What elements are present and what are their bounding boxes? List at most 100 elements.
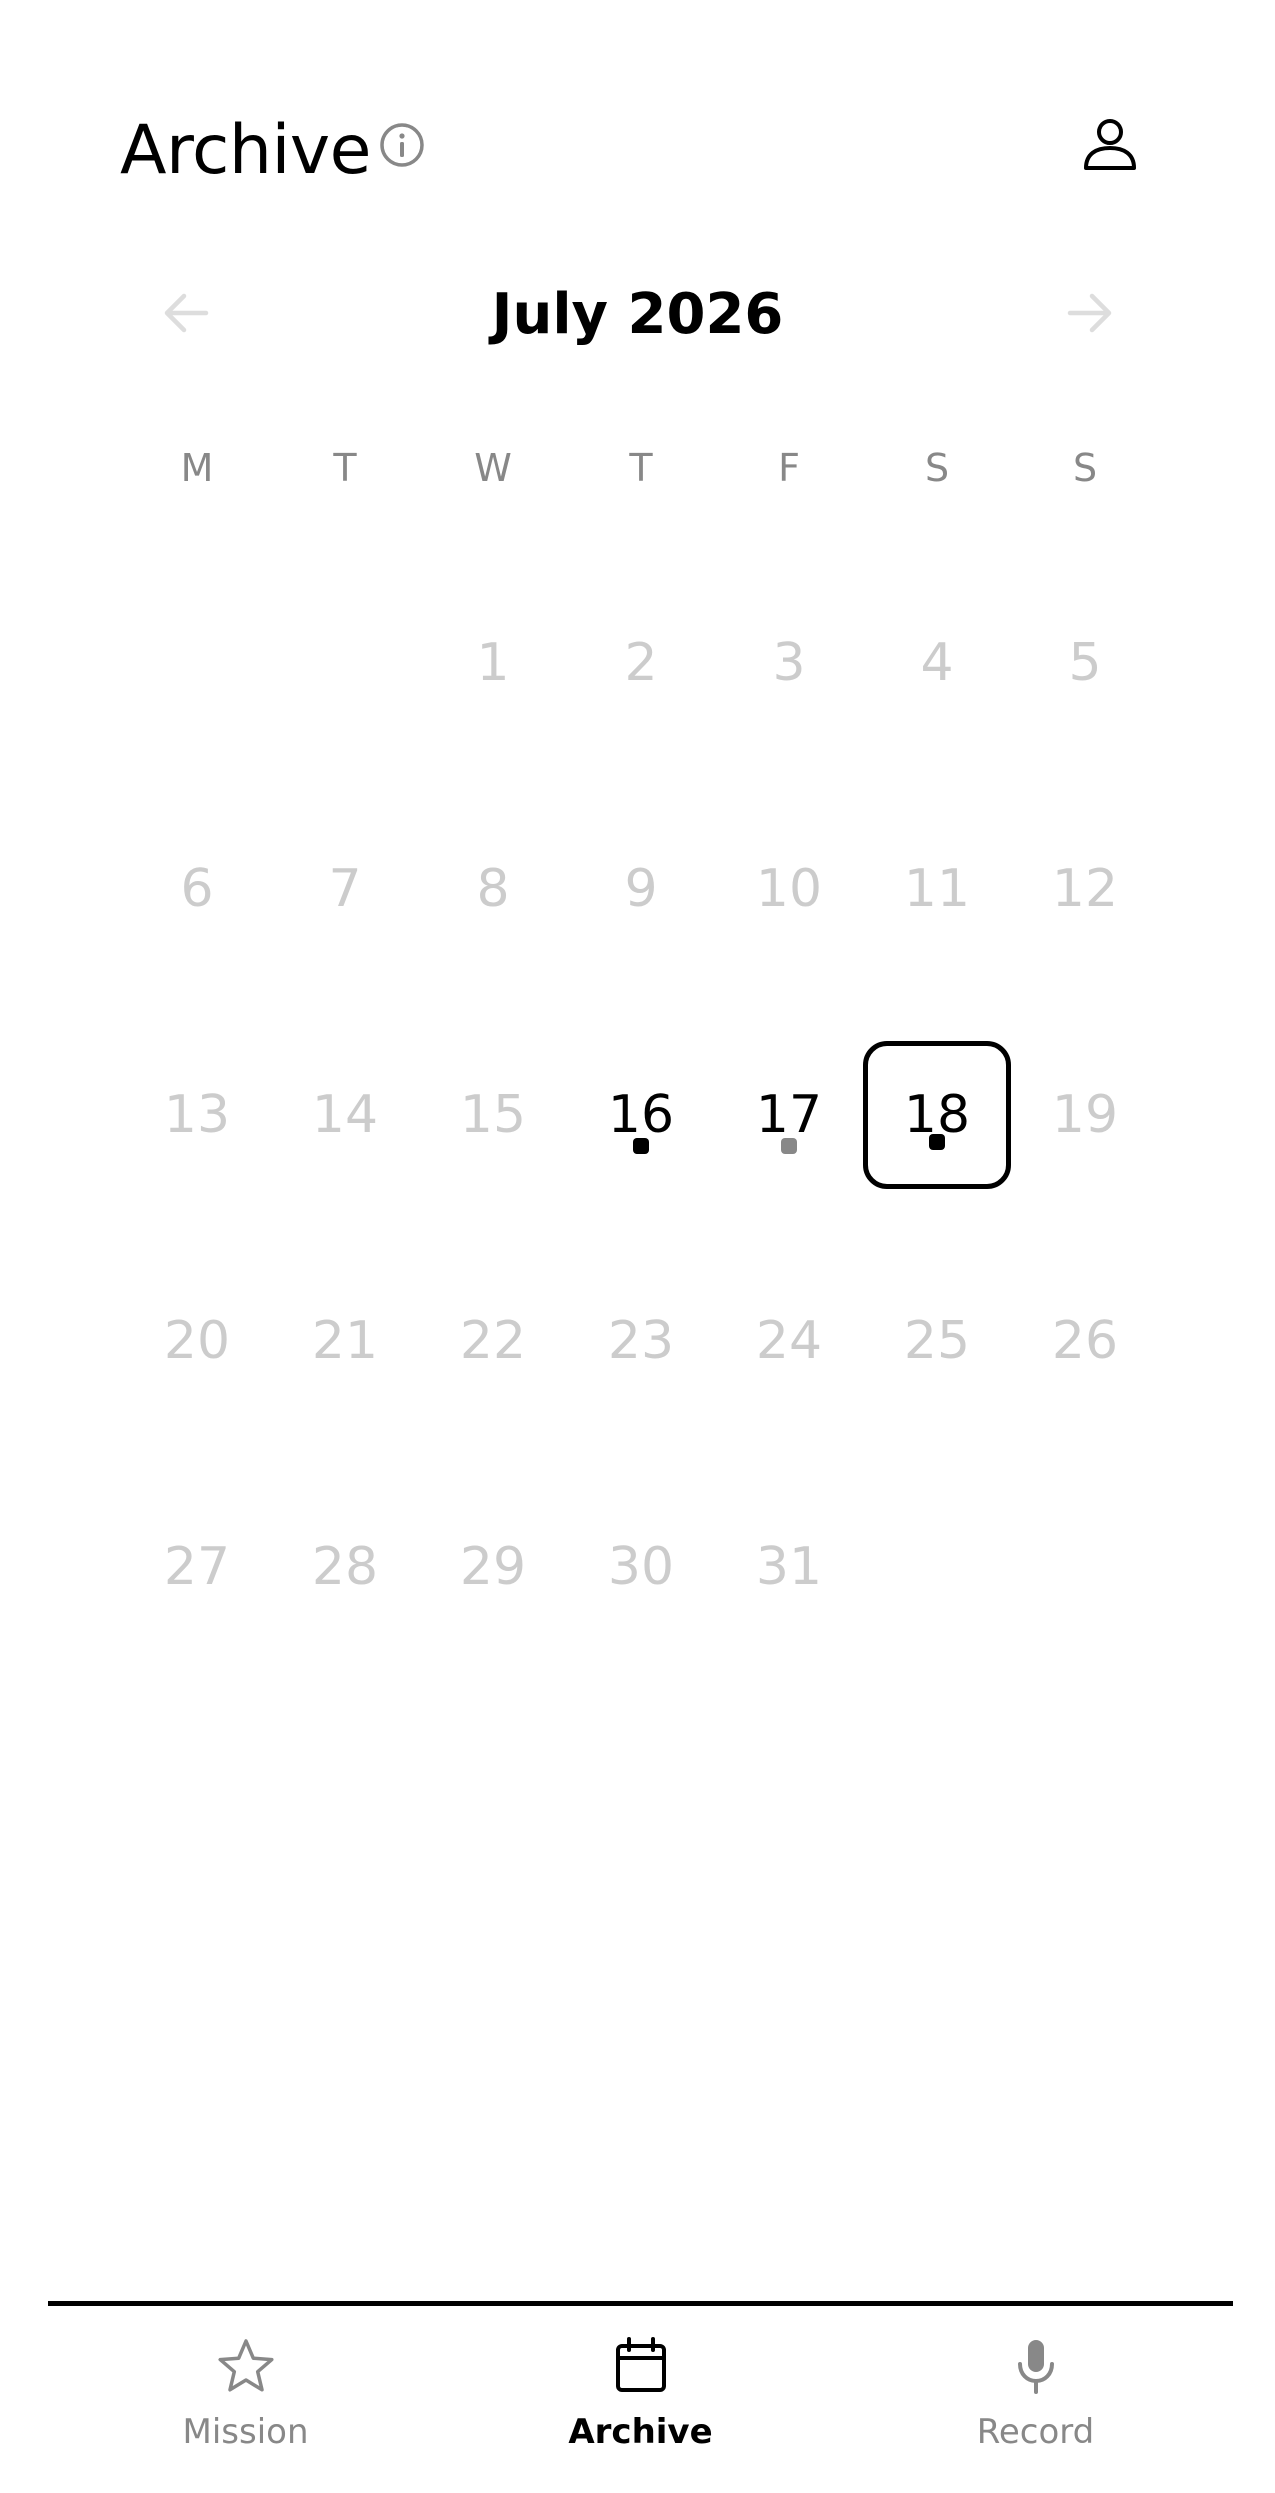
- day-cell: 12: [1011, 776, 1159, 1002]
- day-cell: 4: [863, 550, 1011, 776]
- day-cell: 23: [567, 1228, 715, 1454]
- weekday-label: F: [778, 446, 800, 490]
- day-number: 31: [755, 1537, 823, 1597]
- weekday-label: M: [180, 446, 214, 490]
- day-frame: 18: [863, 1041, 1011, 1189]
- month-label: July 2026: [491, 282, 784, 347]
- day-cell: 22: [419, 1228, 567, 1454]
- day-number: 6: [180, 859, 214, 919]
- day-number: 11: [903, 859, 971, 919]
- day-number: 17: [755, 1085, 823, 1145]
- day-cell: 20: [123, 1228, 271, 1454]
- day-number: 30: [607, 1537, 675, 1597]
- day-cell: 5: [1011, 550, 1159, 776]
- day-frame: 31: [715, 1493, 863, 1641]
- day-number: 2: [624, 633, 658, 693]
- empty-day-cell: [123, 550, 271, 776]
- day-frame: 2: [567, 589, 715, 737]
- day-frame: 20: [123, 1267, 271, 1415]
- day-cell[interactable]: 16: [567, 1002, 715, 1228]
- day-cell: 7: [271, 776, 419, 1002]
- day-frame: 13: [123, 1041, 271, 1189]
- tab-record[interactable]: Record: [838, 2306, 1233, 2493]
- day-cell: 30: [567, 1454, 715, 1680]
- day-number: 4: [920, 633, 954, 693]
- day-number: 7: [328, 859, 362, 919]
- info-icon[interactable]: [378, 121, 426, 169]
- archive-screen: Archive July 2026 M T W T F S S 12345678…: [0, 0, 1275, 2493]
- day-frame: 19: [1011, 1041, 1159, 1189]
- day-cell: 29: [419, 1454, 567, 1680]
- day-number: 8: [476, 859, 510, 919]
- tab-archive[interactable]: Archive: [443, 2306, 838, 2493]
- day-cell: 25: [863, 1228, 1011, 1454]
- tab-mission[interactable]: Mission: [48, 2306, 443, 2493]
- day-frame: 9: [567, 815, 715, 963]
- day-cell: 26: [1011, 1228, 1159, 1454]
- day-cell: 3: [715, 550, 863, 776]
- day-cell: 14: [271, 1002, 419, 1228]
- day-cell: 8: [419, 776, 567, 1002]
- previous-month-arrow-icon[interactable]: [156, 283, 216, 343]
- day-cell: 27: [123, 1454, 271, 1680]
- next-month-arrow-icon[interactable]: [1060, 283, 1120, 343]
- weekday-header: M T W T F S S: [123, 440, 1159, 496]
- day-frame: 17: [715, 1041, 863, 1189]
- day-number: 24: [755, 1311, 823, 1371]
- day-cell: 31: [715, 1454, 863, 1680]
- day-number: 21: [311, 1311, 379, 1371]
- star-icon: [217, 2339, 274, 2392]
- day-cell: 15: [419, 1002, 567, 1228]
- profile-icon[interactable]: [1078, 112, 1142, 176]
- day-number: 29: [459, 1537, 527, 1597]
- page-title: Archive: [120, 110, 371, 190]
- empty-day-cell: [271, 550, 419, 776]
- microphone-icon: [1017, 2340, 1054, 2394]
- day-number: 3: [772, 633, 806, 693]
- day-frame: 29: [419, 1493, 567, 1641]
- entry-indicator-dot: [633, 1138, 649, 1154]
- day-number: 9: [624, 859, 658, 919]
- calendar-icon: [615, 2337, 666, 2392]
- day-number: 26: [1051, 1311, 1119, 1371]
- day-frame: 8: [419, 815, 567, 963]
- entry-indicator-dot: [929, 1134, 945, 1150]
- tab-label: Mission: [182, 2412, 309, 2452]
- day-frame: 7: [271, 815, 419, 963]
- selected-day-cell[interactable]: 18: [863, 1002, 1011, 1228]
- day-number: 13: [163, 1085, 231, 1145]
- day-cell: 24: [715, 1228, 863, 1454]
- day-number: 1: [476, 633, 510, 693]
- day-number: 27: [163, 1537, 231, 1597]
- entry-indicator-dot: [781, 1138, 797, 1154]
- weekday-label: T: [333, 446, 357, 490]
- tab-label: Archive: [568, 2412, 713, 2452]
- day-frame: 25: [863, 1267, 1011, 1415]
- day-number: 15: [459, 1085, 527, 1145]
- day-number: 28: [311, 1537, 379, 1597]
- day-number: 19: [1051, 1085, 1119, 1145]
- bottom-nav: Mission Archive Record: [48, 2306, 1233, 2493]
- day-frame: 22: [419, 1267, 567, 1415]
- day-cell: 13: [123, 1002, 271, 1228]
- day-frame: 27: [123, 1493, 271, 1641]
- day-cell: 2: [567, 550, 715, 776]
- day-number: 14: [311, 1085, 379, 1145]
- day-frame: 11: [863, 815, 1011, 963]
- day-frame: 21: [271, 1267, 419, 1415]
- day-cell: 19: [1011, 1002, 1159, 1228]
- day-frame: 6: [123, 815, 271, 963]
- weekday-label: S: [924, 446, 950, 490]
- day-number: 16: [607, 1085, 675, 1145]
- weekday-label: T: [629, 446, 653, 490]
- day-number: 25: [903, 1311, 971, 1371]
- day-cell: 21: [271, 1228, 419, 1454]
- day-cell[interactable]: 17: [715, 1002, 863, 1228]
- day-frame: 14: [271, 1041, 419, 1189]
- day-frame: 15: [419, 1041, 567, 1189]
- day-number: 10: [755, 859, 823, 919]
- tab-label: Record: [976, 2412, 1095, 2452]
- day-cell: 10: [715, 776, 863, 1002]
- day-frame: 10: [715, 815, 863, 963]
- weekday-label: W: [474, 446, 512, 490]
